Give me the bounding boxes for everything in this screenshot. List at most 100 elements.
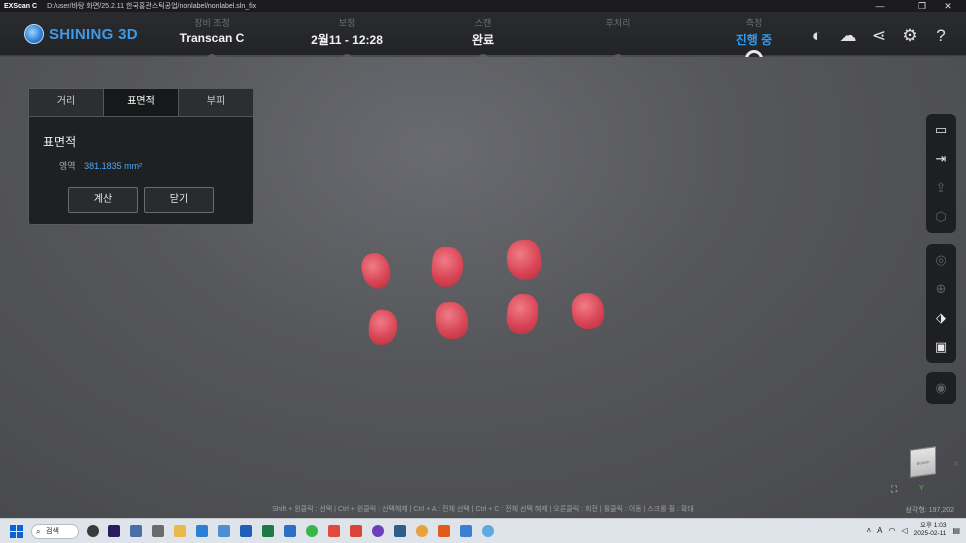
area-value: 381.1835 bbox=[84, 161, 122, 171]
app-icon[interactable] bbox=[152, 525, 164, 537]
app-header: SHINING 3D 장비 조정 Transcan C 보정 2월11 - 12… bbox=[0, 12, 966, 68]
system-tray: ˄ A ◠ ◁ 오후 1:03 2025-02-11 ▤ bbox=[867, 522, 961, 538]
vscode-icon[interactable] bbox=[196, 525, 208, 537]
header-icons: ◐ ☁ ⋖ ⚙ ? bbox=[806, 25, 952, 47]
step-calibration[interactable]: 보정 2월11 - 12:28 bbox=[287, 16, 407, 64]
save-icon[interactable]: ▣ bbox=[928, 335, 954, 359]
axis-y-label: Y bbox=[919, 485, 924, 492]
right-toolbar-file: ▭ ⇥ ⇪ ⬡ bbox=[926, 114, 956, 233]
measure-tabs: 거리 표면적 부피 bbox=[29, 89, 253, 117]
taskbar-search[interactable]: ⌕ 검색 bbox=[31, 524, 79, 539]
triangle-count: 삼각형: 197,202 bbox=[905, 507, 954, 514]
brand-name: SHINING 3D bbox=[49, 25, 138, 43]
app-icon[interactable] bbox=[87, 525, 99, 537]
volume-icon[interactable]: ◁ bbox=[902, 526, 908, 535]
word-icon[interactable] bbox=[240, 525, 252, 537]
brand-logo: SHINING 3D bbox=[24, 24, 138, 44]
tab-volume[interactable]: 부피 bbox=[179, 89, 253, 116]
area-readout: 영역 381.1835 mm² bbox=[59, 159, 142, 172]
scan-model[interactable] bbox=[570, 291, 606, 331]
gear-icon[interactable]: ⚙ bbox=[899, 25, 921, 47]
app-icon[interactable] bbox=[130, 525, 142, 537]
chrome-icon[interactable] bbox=[416, 525, 428, 537]
app-name: EXScan C bbox=[4, 2, 38, 10]
panel-title: 표면적 bbox=[43, 135, 77, 149]
window-titlebar: EXScan C D:/user/바탕 화면/25.2.11 한국홍관스틱공업/… bbox=[0, 0, 966, 12]
search-icon: ⌕ bbox=[36, 527, 41, 536]
app-icon[interactable] bbox=[460, 525, 472, 537]
scan-model[interactable] bbox=[430, 245, 465, 289]
shortcut-hint: Shift + 왼클릭 : 선택 | Ctrl + 왼클릭 : 선택해제 | C… bbox=[272, 506, 694, 513]
step-measure[interactable]: 측정 진행 중 bbox=[694, 16, 814, 68]
exscan-icon[interactable] bbox=[482, 525, 494, 537]
calculate-button[interactable]: 계산 bbox=[68, 187, 138, 213]
step-label: 후처리 bbox=[605, 18, 631, 28]
cube-icon[interactable]: ⬡ bbox=[928, 205, 954, 229]
app-icon[interactable] bbox=[438, 525, 450, 537]
step-value: 2월11 - 12:28 bbox=[311, 33, 383, 47]
close-button[interactable]: ✕ bbox=[934, 0, 962, 12]
premiere-icon[interactable] bbox=[108, 525, 120, 537]
view-cube[interactable]: Bottom bbox=[910, 446, 936, 478]
restore-button[interactable]: ❐ bbox=[908, 0, 936, 12]
axis-x-label: X bbox=[954, 461, 959, 468]
search-label: 검색 bbox=[46, 528, 59, 535]
file-path: D:/user/바탕 화면/25.2.11 한국홍관스틱공업/nonlabel/… bbox=[47, 3, 257, 10]
app-icon[interactable] bbox=[328, 525, 340, 537]
step-label: 보정 bbox=[338, 18, 356, 28]
folder-app-icon[interactable] bbox=[174, 525, 186, 537]
clock-time: 오후 1:03 bbox=[920, 522, 947, 529]
eye-icon[interactable]: ◉ bbox=[928, 376, 954, 400]
logo-mark-icon bbox=[24, 24, 44, 44]
step-label: 측정 bbox=[745, 18, 763, 28]
scan-model[interactable] bbox=[367, 308, 399, 347]
clock[interactable]: 오후 1:03 2025-02-11 bbox=[914, 522, 947, 538]
scan-model[interactable] bbox=[505, 238, 543, 282]
scan-model[interactable] bbox=[359, 251, 393, 291]
app-icon[interactable] bbox=[394, 525, 406, 537]
upload-icon[interactable]: ⇪ bbox=[928, 176, 954, 200]
step-value: 완료 bbox=[471, 33, 495, 47]
area-unit: mm² bbox=[124, 161, 143, 171]
app-icon[interactable] bbox=[284, 525, 296, 537]
right-toolbar-tools: ◎ ⊕ ⬗ ▣ bbox=[926, 244, 956, 363]
share-icon[interactable]: ⋖ bbox=[868, 25, 890, 47]
step-label: 스캔 bbox=[474, 18, 492, 28]
app-icon[interactable] bbox=[218, 525, 230, 537]
powerpoint-icon[interactable] bbox=[350, 525, 362, 537]
step-value: Transcan C bbox=[179, 31, 245, 45]
help-icon[interactable]: ? bbox=[930, 25, 952, 47]
tab-surface-area[interactable]: 표면적 bbox=[104, 89, 179, 116]
account-icon[interactable]: ◐ bbox=[806, 25, 828, 47]
clock-date: 2025-02-11 bbox=[913, 530, 947, 537]
step-value: 진행 중 bbox=[735, 33, 773, 47]
scan-model[interactable] bbox=[505, 292, 540, 336]
camera-icon[interactable]: ◎ bbox=[928, 248, 954, 272]
excel-icon[interactable] bbox=[262, 525, 274, 537]
windows-start-icon[interactable] bbox=[10, 525, 23, 538]
input-language[interactable]: A bbox=[877, 526, 882, 535]
scan-model[interactable] bbox=[435, 301, 469, 340]
step-scan[interactable]: 스캔 완료 bbox=[423, 16, 543, 64]
app-icon[interactable] bbox=[372, 525, 384, 537]
measure-panel: 거리 표면적 부피 표면적 영역 381.1835 mm² 계산 닫기 bbox=[28, 88, 254, 225]
minimize-button[interactable]: — bbox=[866, 0, 894, 12]
export-icon[interactable]: ⇥ bbox=[928, 147, 954, 171]
step-calibration-device[interactable]: 장비 조정 Transcan C bbox=[152, 16, 272, 64]
close-panel-button[interactable]: 닫기 bbox=[144, 187, 214, 213]
folder-icon[interactable]: ▭ bbox=[928, 118, 954, 142]
os-taskbar: ⌕ 검색 ˄ A ◠ ◁ 오후 1:03 2025-02-11 ▤ bbox=[0, 518, 966, 543]
eraser-icon[interactable]: ⬗ bbox=[928, 306, 954, 330]
step-label: 장비 조정 bbox=[194, 18, 230, 28]
target-icon[interactable]: ⊕ bbox=[928, 277, 954, 301]
tray-chevron-icon[interactable]: ˄ bbox=[867, 526, 872, 535]
chat-icon[interactable] bbox=[306, 525, 318, 537]
step-postprocess[interactable]: 후처리 bbox=[558, 16, 678, 64]
tab-distance[interactable]: 거리 bbox=[29, 89, 104, 116]
wifi-icon[interactable]: ◠ bbox=[889, 526, 896, 535]
fit-view-icon[interactable]: ⛶ bbox=[891, 484, 897, 495]
area-label: 영역 bbox=[59, 161, 76, 171]
notification-icon[interactable]: ▤ bbox=[952, 526, 960, 535]
right-toolbar-view: ◉ bbox=[926, 372, 956, 404]
cloud-icon[interactable]: ☁ bbox=[837, 25, 859, 47]
